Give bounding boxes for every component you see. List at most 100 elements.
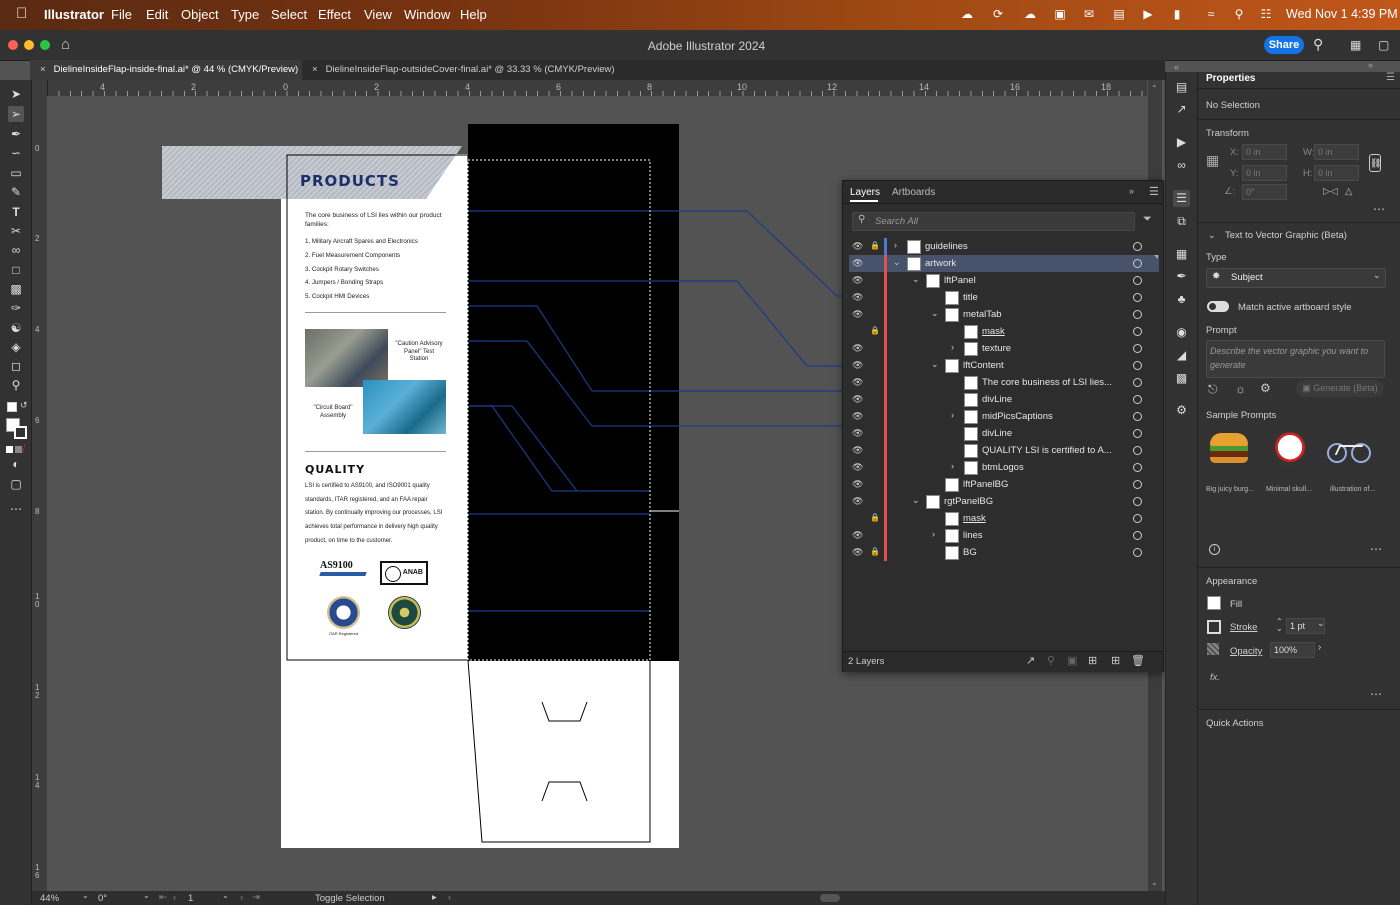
layer-row[interactable]: 👁 ⌄ rgtPanelBG [849,493,1159,510]
layer-row[interactable]: 👁 › midPicsCaptions [849,408,1159,425]
visibility-eye-icon[interactable]: 👁 [852,258,863,269]
lock-icon[interactable]: 🔒 [870,241,880,250]
libraries-icon[interactable]: ▤ [1173,79,1190,96]
chevron-down-icon[interactable]: ⌄ [931,359,939,370]
opacity-input[interactable]: 100% [1270,642,1315,658]
sync-icon[interactable]: ⟳ [990,6,1006,22]
paintbrush-tool-icon[interactable]: ✎ [8,184,24,200]
previous-artboard-icon[interactable]: ‹ [173,892,176,903]
menu-type[interactable]: Type [231,7,259,22]
layer-row[interactable]: 👁 ⌄ lftContent [849,357,1159,374]
more-options-icon[interactable]: ⋯ [1373,202,1385,216]
more-options-icon[interactable]: ⋯ [1370,687,1382,701]
chevron-down-icon[interactable]: ⌄ [912,274,920,285]
caption-circuit-board[interactable]: "Circuit Board" Assembly [309,405,357,420]
test-station-photo[interactable] [305,329,388,387]
settings-gear-icon[interactable]: ⚙ [1260,381,1271,395]
control-center-icon[interactable]: ☷ [1258,6,1274,22]
products-intro[interactable]: The core business of LSI lies within our… [305,211,445,229]
selection-tool-icon[interactable]: ➤ [8,86,24,102]
menu-help[interactable]: Help [460,7,487,22]
stroke-stepper-icon[interactable]: ⌃ ⌄ [1276,618,1283,633]
close-tab-icon[interactable]: × [312,64,318,75]
layer-name[interactable]: BG [963,547,977,558]
zoom-level[interactable]: 44% [40,893,59,904]
visibility-eye-icon[interactable]: 👁 [852,292,863,303]
arrange-documents-icon[interactable]: ▦ [1350,38,1361,52]
menu-effect[interactable]: Effect [318,7,351,22]
sample-caption[interactable]: Big juicy burg... [1206,486,1254,493]
layer-row[interactable]: 👁 › lines [849,527,1159,544]
last-artboard-icon[interactable]: ⇥ [252,892,260,903]
puppet-warp-icon[interactable]: ⚙ [1173,402,1190,419]
filter-icon[interactable]: ⏷ [1143,213,1152,226]
match-artboard-toggle[interactable] [1207,301,1229,312]
symbols-icon[interactable]: ♣ [1173,291,1190,308]
scale-tool-icon[interactable]: □ [8,262,24,278]
target-circle-icon[interactable] [1133,344,1142,353]
chevron-right-icon[interactable]: › [894,240,897,250]
target-circle-icon[interactable] [1133,293,1142,302]
screen-mode-icon[interactable]: ▢ [8,476,24,492]
collapse-panel-icon[interactable]: » [1368,60,1373,70]
layer-name[interactable]: The core business of LSI lies... [982,377,1112,388]
search-input[interactable]: ⚲ Search All [852,212,1135,231]
target-circle-icon[interactable] [1133,361,1142,370]
visibility-eye-icon[interactable]: 👁 [852,411,863,422]
scroll-left-icon[interactable]: ‹ [448,892,451,903]
visibility-eye-icon[interactable]: 👁 [852,445,863,456]
visibility-eye-icon[interactable]: 👁 [852,394,863,405]
chevron-down-icon[interactable]: ⌄ [1208,230,1216,241]
search-icon[interactable]: ⚲ [1313,36,1323,53]
new-layer-icon[interactable]: ⊞ [1111,654,1120,667]
type-tool-icon[interactable]: T [8,204,24,220]
menu-view[interactable]: View [364,7,392,22]
target-circle-icon[interactable] [1133,497,1142,506]
more-tools-icon[interactable]: ⋯ [8,501,24,517]
clock[interactable]: Wed Nov 1 4:39 PM [1286,7,1398,21]
stroke-label[interactable]: Stroke [1230,622,1257,633]
layer-name[interactable]: lines [963,530,983,541]
layer-name[interactable]: QUALITY LSI is certified to A... [982,445,1112,456]
style-picker-icon[interactable]: ⎋ [1208,382,1218,397]
menu-file[interactable]: File [111,7,132,22]
lightbulb-icon[interactable]: ☼ [1235,382,1246,396]
chevron-down-icon[interactable]: ⌄ [893,257,901,268]
share-button[interactable]: Share [1264,36,1304,54]
menu-window[interactable]: Window [404,7,450,22]
layer-name[interactable]: texture [982,343,1011,354]
tab-inside-final[interactable]: × DielineInsideFlap-inside-final.ai* @ 44… [30,60,302,80]
layer-name[interactable]: btmLogos [982,462,1024,473]
rotate-input[interactable]: 0° [1242,184,1287,200]
export-asset-icon[interactable]: ↗ [1173,101,1190,118]
chevron-right-icon[interactable]: › [1318,642,1321,653]
shape-builder-tool-icon[interactable]: ◈ [8,339,24,355]
panel-menu-icon[interactable]: ☰ [1149,185,1159,198]
layer-name[interactable]: divLine [982,394,1012,405]
rectangle-tool-icon[interactable]: ▭ [8,165,24,181]
dos-seal-logo[interactable] [327,596,360,629]
text-to-vector-label[interactable]: Text to Vector Graphic (Beta) [1225,230,1347,241]
layer-row[interactable]: 🔒 mask [849,323,1159,340]
visibility-eye-icon[interactable]: 👁 [852,479,863,490]
products-list[interactable]: 1. Military Aircraft Spares and Electron… [305,235,418,304]
stroke-swatch[interactable] [14,426,27,439]
itar-registered-label[interactable]: ITAR Registered [326,631,361,636]
layer-row[interactable]: 🔒 mask [849,510,1159,527]
as9100-logo[interactable]: AS9100 [319,559,368,585]
chevron-down-icon[interactable]: ⌄ [82,891,89,900]
w-input[interactable]: 0 in [1314,144,1359,160]
visibility-eye-icon[interactable]: 👁 [852,275,863,286]
chevron-right-icon[interactable]: › [951,342,954,352]
close-tab-icon[interactable]: × [40,64,46,75]
target-circle-icon[interactable] [1133,242,1142,251]
creative-cloud-icon[interactable]: ☁ [959,6,975,22]
layer-row[interactable]: 👁 divLine [849,425,1159,442]
layer-row[interactable]: 👁 divLine [849,391,1159,408]
layers-icon[interactable]: ☰ [1173,190,1190,207]
brushes-icon[interactable]: ✒ [1173,268,1190,285]
horizontal-scroll-thumb[interactable] [820,894,840,902]
tab-layers[interactable]: Layers [850,187,880,198]
direct-selection-tool-icon[interactable]: ➢ [8,106,24,122]
chevron-down-icon[interactable]: ⌄ [931,308,939,319]
